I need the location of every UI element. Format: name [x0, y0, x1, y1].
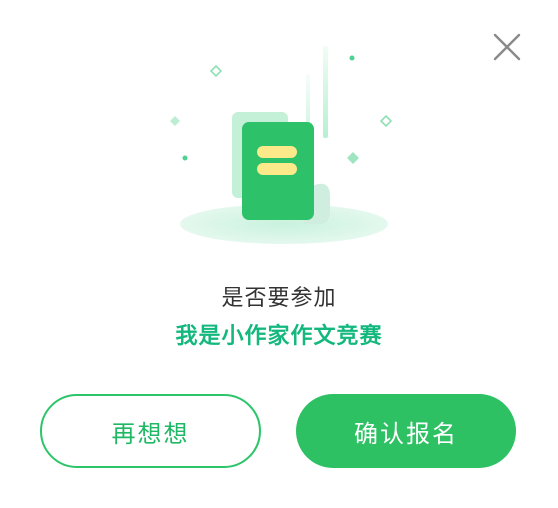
sparkle-dot	[349, 55, 355, 61]
sparkle	[347, 152, 359, 164]
registration-dialog: 是否要参加 我是小作家作文竞赛 再想想 确认报名	[0, 0, 558, 508]
sparkle	[379, 114, 393, 128]
document-illustration	[170, 46, 393, 244]
contest-name: 我是小作家作文竞赛	[175, 324, 383, 349]
sparkle	[209, 64, 223, 78]
prompt-text: 是否要参加	[221, 286, 337, 311]
document-line	[257, 163, 297, 175]
confirm-register-button[interactable]: 确认报名	[296, 394, 516, 468]
document-line	[257, 146, 297, 158]
think-again-button[interactable]: 再想想	[40, 394, 261, 468]
light-beam	[323, 46, 328, 138]
sparkle-dot	[182, 155, 188, 161]
sparkle	[170, 116, 180, 126]
light-beam	[306, 74, 310, 126]
